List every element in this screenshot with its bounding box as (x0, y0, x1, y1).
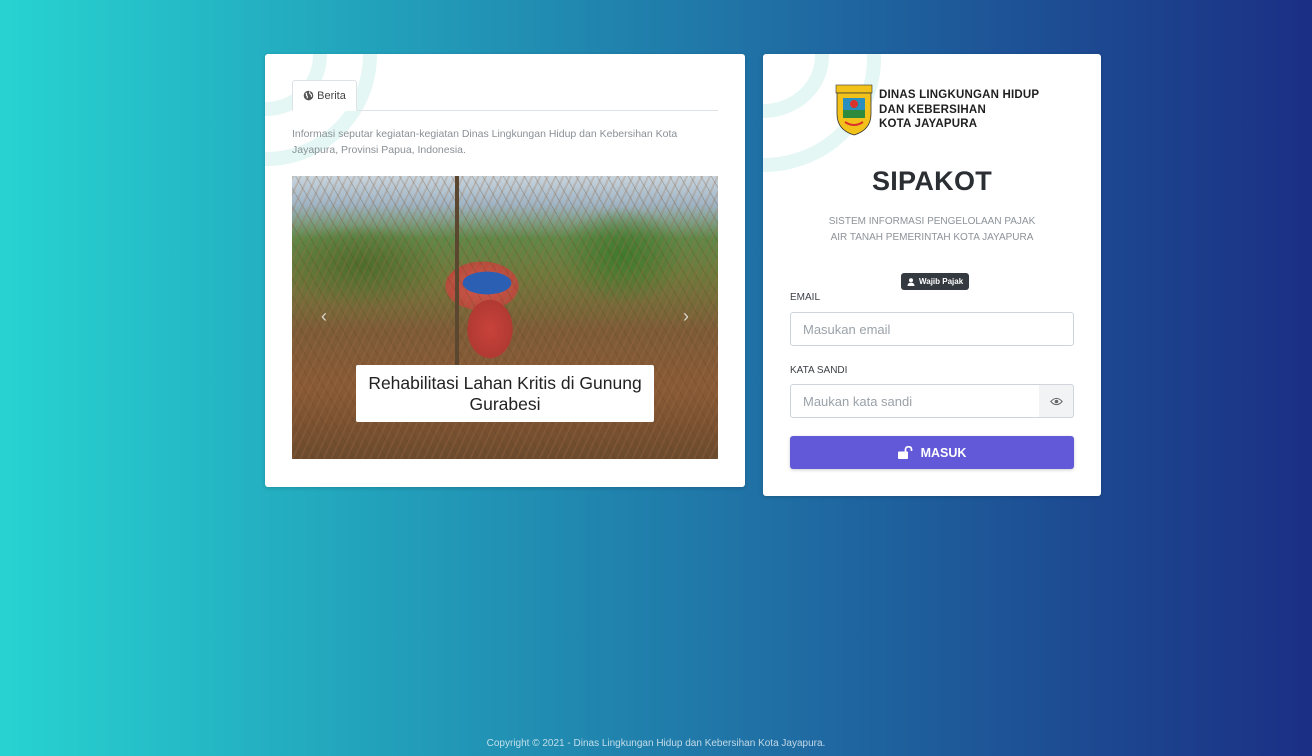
news-carousel[interactable]: ‹ › Rehabilitasi Lahan Kritis di Gunung … (292, 176, 718, 459)
footer-copyright: Copyright © 2021 - Dinas Lingkungan Hidu… (486, 738, 826, 749)
password-field[interactable] (790, 384, 1040, 418)
slide-image-detail (452, 271, 522, 366)
globe-icon (303, 90, 314, 101)
slide-caption: Rehabilitasi Lahan Kritis di Gunung Gura… (356, 365, 654, 422)
password-label: KATA SANDI (790, 365, 848, 376)
login-card: DINAS LINGKUNGAN HIDUP DAN KEBERSIHAN KO… (763, 54, 1101, 496)
unlock-icon (897, 446, 912, 459)
agency-name-line: DAN KEBERSIHAN (879, 103, 986, 116)
news-card: Berita Informasi seputar kegiatan-kegiat… (265, 54, 745, 487)
role-badge: Wajib Pajak (901, 273, 970, 290)
city-crest-logo (835, 84, 873, 136)
app-title: SIPAKOT (871, 166, 993, 196)
login-button-label: MASUK (920, 445, 967, 460)
role-badge-label: Wajib Pajak (919, 277, 964, 286)
agency-brand: DINAS LINGKUNGAN HIDUP DAN KEBERSIHAN KO… (835, 84, 1039, 136)
chevron-left-icon[interactable]: ‹ (316, 306, 332, 326)
chevron-right-icon[interactable]: › (678, 306, 694, 326)
app-subtitle-line: AIR TANAH PEMERINTAH KOTA JAYAPURA (830, 232, 1034, 243)
news-tabs: Berita (292, 80, 718, 111)
agency-name: DINAS LINGKUNGAN HIDUP DAN KEBERSIHAN KO… (879, 88, 1039, 132)
tab-berita[interactable]: Berita (292, 80, 357, 111)
login-button[interactable]: MASUK (790, 436, 1074, 469)
app-subtitle-line: SISTEM INFORMASI PENGELOLAAN PAJAK (828, 216, 1036, 227)
tab-berita-label: Berita (317, 89, 346, 102)
agency-name-line: DINAS LINGKUNGAN HIDUP (879, 89, 1040, 102)
app-subtitle: SISTEM INFORMASI PENGELOLAAN PAJAK AIR T… (763, 214, 1101, 246)
agency-name-line: KOTA JAYAPURA (879, 118, 978, 131)
email-field[interactable] (790, 312, 1074, 346)
email-label: EMAIL (790, 292, 821, 303)
user-icon (907, 277, 915, 286)
eye-icon (1049, 397, 1063, 405)
news-description: Informasi seputar kegiatan-kegiatan Dina… (292, 128, 678, 156)
show-password-button[interactable] (1039, 384, 1074, 418)
